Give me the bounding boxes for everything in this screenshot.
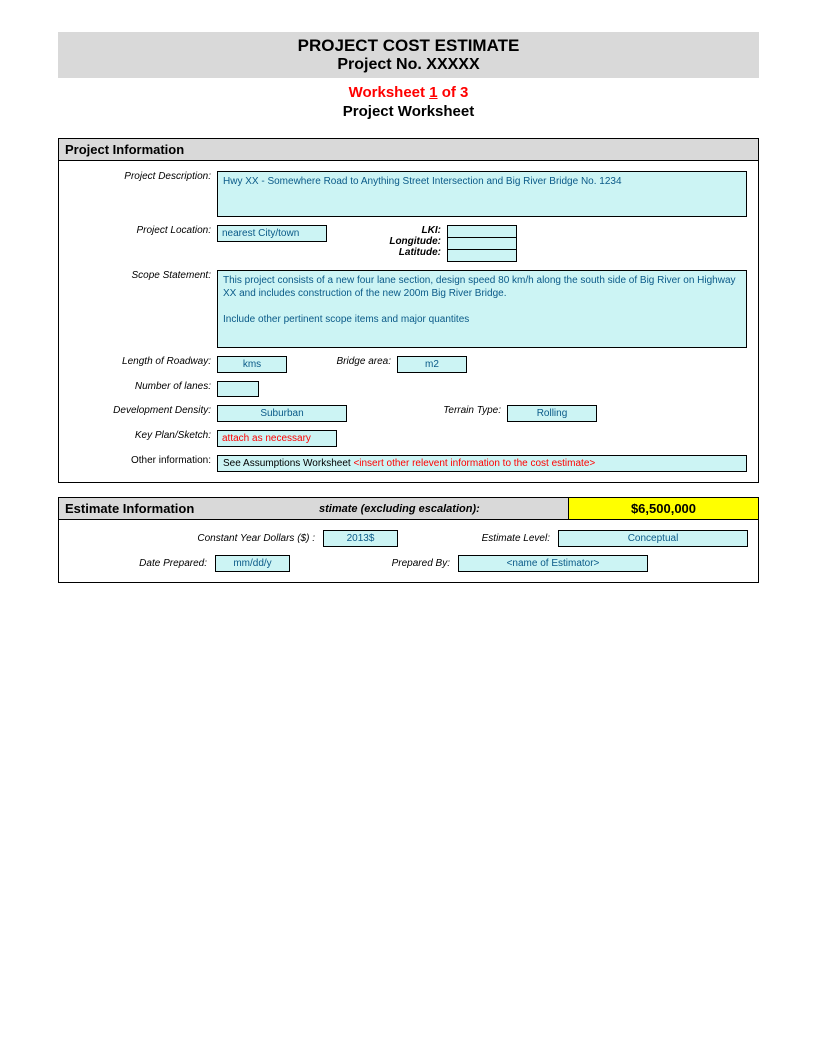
length-roadway-field[interactable]: kms (217, 356, 287, 373)
project-info-body: Project Description: Hwy XX - Somewhere … (59, 161, 758, 482)
key-plan-field[interactable]: attach as necessary (217, 430, 337, 447)
lki-label: LKI: (327, 225, 441, 236)
project-description-label: Project Description: (65, 171, 217, 182)
date-prepared-field[interactable]: mm/dd/y (215, 555, 290, 572)
development-density-label: Development Density: (65, 405, 217, 416)
project-info-section: Project Information Project Description:… (58, 138, 759, 483)
bridge-area-field[interactable]: m2 (397, 356, 467, 373)
project-location-field[interactable]: nearest City/town (217, 225, 327, 242)
number-lanes-label: Number of lanes: (65, 381, 217, 392)
estimate-total-label: stimate (excluding escalation): (219, 498, 568, 519)
development-density-field[interactable]: Suburban (217, 405, 347, 422)
title-main: PROJECT COST ESTIMATE (58, 36, 759, 56)
latitude-field[interactable] (447, 249, 517, 262)
terrain-type-label: Terrain Type: (347, 405, 507, 416)
number-lanes-field[interactable] (217, 381, 259, 397)
estimate-info-header-row: Estimate Information stimate (excluding … (59, 498, 758, 520)
longitude-label: Longitude: (327, 236, 441, 247)
prepared-by-label: Prepared By: (360, 558, 458, 569)
estimate-level-field[interactable]: Conceptual (558, 530, 748, 547)
other-info-field[interactable]: See Assumptions Worksheet <insert other … (217, 455, 747, 472)
key-plan-label: Key Plan/Sketch: (65, 430, 217, 441)
project-info-header: Project Information (59, 139, 758, 161)
date-prepared-label: Date Prepared: (65, 558, 215, 569)
length-roadway-label: Length of Roadway: (65, 356, 217, 367)
estimate-info-header: Estimate Information (59, 498, 219, 519)
title-bar: PROJECT COST ESTIMATE Project No. XXXXX (58, 32, 759, 78)
estimate-level-label: Estimate Level: (458, 533, 558, 544)
constant-year-field[interactable]: 2013$ (323, 530, 398, 547)
terrain-type-field[interactable]: Rolling (507, 405, 597, 422)
scope-statement-field[interactable]: This project consists of a new four lane… (217, 270, 747, 348)
project-location-label: Project Location: (65, 225, 217, 236)
constant-year-label: Constant Year Dollars ($) : (65, 533, 323, 544)
worksheet-counter: Worksheet 1 of 3 (58, 84, 759, 101)
estimate-info-section: Estimate Information stimate (excluding … (58, 497, 759, 583)
latitude-label: Latitude: (327, 247, 441, 258)
estimate-total-value: $6,500,000 (568, 498, 758, 519)
title-sub: Project No. XXXXX (58, 56, 759, 74)
scope-statement-label: Scope Statement: (65, 270, 217, 281)
project-description-field[interactable]: Hwy XX - Somewhere Road to Anything Stre… (217, 171, 747, 217)
bridge-area-label: Bridge area: (287, 356, 397, 367)
other-info-label: Other information: (65, 455, 217, 466)
prepared-by-field[interactable]: <name of Estimator> (458, 555, 648, 572)
worksheet-title: Project Worksheet (58, 103, 759, 120)
